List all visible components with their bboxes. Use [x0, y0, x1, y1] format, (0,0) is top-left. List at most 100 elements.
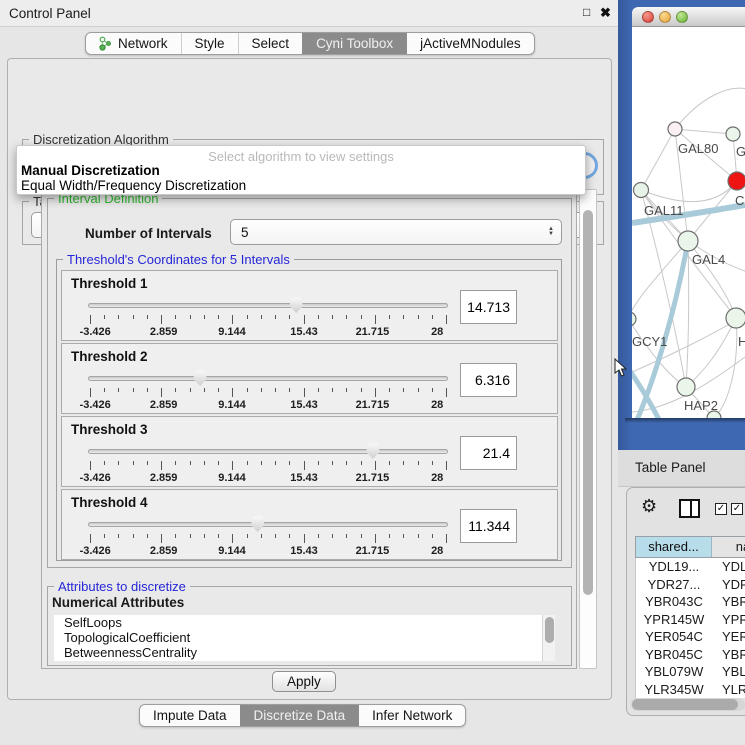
- tab-jactivemnodules[interactable]: jActiveMNodules: [406, 33, 534, 54]
- thresholds-group-title: Threshold's Coordinates for 5 Intervals: [63, 252, 294, 267]
- node-table: shared... na YDL19...YDL1 YDR27...YDR2 Y…: [635, 536, 745, 698]
- network-window-titlebar[interactable]: [632, 7, 745, 27]
- node-partial-h[interactable]: [726, 308, 745, 328]
- table-panel-header: Table Panel: [618, 450, 745, 487]
- thresholds-group: Threshold's Coordinates for 5 Intervals …: [56, 259, 562, 561]
- threshold-4-box: Threshold 4 -3.426 2.859 9.144 15.43 21.…: [61, 489, 558, 560]
- combo-spinner-icon: ▲▼: [548, 227, 554, 237]
- dropdown-hint: Select algorithm to view settings: [17, 149, 585, 164]
- node-gal4[interactable]: [678, 231, 698, 251]
- mouse-cursor: [614, 358, 627, 377]
- threshold-2-box: Threshold 2 -3.426 2.859 9.144 15.43 21.…: [61, 343, 558, 414]
- threshold-2-thumb[interactable]: [193, 369, 208, 386]
- label-partial-c: C: [735, 193, 744, 208]
- settings-scrollpane: Interval Definition Number of Intervals …: [41, 189, 577, 669]
- panel-scrollbar[interactable]: [579, 189, 597, 669]
- threshold-1-value[interactable]: 14.713: [460, 290, 517, 324]
- tab-cyni-toolbox[interactable]: Cyni Toolbox: [302, 33, 406, 54]
- app-root: Control Panel □ ✖ Network Style Se: [0, 0, 745, 745]
- threshold-4-slider[interactable]: -3.426 2.859 9.144 15.43 21.715 28: [88, 514, 448, 558]
- threshold-2-slider[interactable]: -3.426 2.859 9.144 15.43 21.715 28: [88, 368, 448, 412]
- tab-network[interactable]: Network: [86, 33, 181, 54]
- list-item[interactable]: TopologicalCoefficient: [54, 630, 555, 645]
- label-partial-h: H: [738, 334, 745, 349]
- threshold-3-slider[interactable]: -3.426 2.859 9.144 15.43 21.715 28: [88, 441, 448, 485]
- list-item[interactable]: SelfLoops: [54, 615, 555, 630]
- tab-network-label: Network: [118, 36, 168, 51]
- num-intervals-combo[interactable]: 5 ▲▼: [230, 219, 562, 245]
- panel-title: Control Panel: [9, 6, 91, 21]
- algorithm-dropdown-popup: Select algorithm to view settings Manual…: [16, 145, 586, 195]
- tab-impute-data[interactable]: Impute Data: [140, 705, 240, 726]
- node-hap2[interactable]: [677, 378, 695, 396]
- numerical-attributes-list: SelfLoops TopologicalCoefficient Between…: [54, 615, 555, 661]
- threshold-2-value[interactable]: 6.316: [460, 363, 517, 397]
- threshold-3-thumb[interactable]: [365, 442, 380, 459]
- table-row[interactable]: YBR043CYBR0: [636, 593, 745, 611]
- threshold-1-box: Threshold 1 -3.426 2.859 9.144 15.43 21.…: [61, 270, 558, 341]
- num-intervals-label: Number of Intervals: [85, 226, 212, 241]
- threshold-4-value[interactable]: 11.344: [460, 509, 517, 543]
- threshold-1-slider[interactable]: -3.426 2.859 9.144 15.43 21.715 28: [88, 295, 448, 339]
- table-header-row: shared... na: [635, 536, 745, 558]
- table-scrollbar-thumb[interactable]: [632, 699, 738, 710]
- window-shadow: [625, 418, 745, 423]
- table-row[interactable]: YDR27...YDR2: [636, 576, 745, 594]
- mac-close-icon[interactable]: [642, 11, 654, 23]
- panel-scrollbar-thumb[interactable]: [583, 210, 593, 595]
- list-scrollbar[interactable]: [542, 615, 555, 661]
- checkbox-icon[interactable]: ✓: [715, 503, 727, 515]
- numerical-attributes-label: Numerical Attributes: [52, 595, 184, 610]
- top-tab-bar: Network Style Select Cyni Toolbox jActiv…: [85, 32, 535, 55]
- table-row[interactable]: YBR045CYBR0: [636, 646, 745, 664]
- table-row[interactable]: YPR145WYPR1: [636, 611, 745, 629]
- tab-select[interactable]: Select: [238, 33, 303, 54]
- network-canvas[interactable]: GAL80 GA C GAL11 GAL4 GCY1 H HAP2: [632, 27, 745, 418]
- label-hap2: HAP2: [684, 398, 718, 413]
- float-window-icon[interactable]: □: [583, 5, 590, 19]
- column-header-shared[interactable]: shared...: [636, 537, 712, 557]
- threshold-4-thumb[interactable]: [250, 515, 265, 532]
- table-row[interactable]: YLR345WYLR3: [636, 681, 745, 699]
- tab-discretize-data[interactable]: Discretize Data: [240, 705, 359, 726]
- table-row[interactable]: YDL19...YDL1: [636, 558, 745, 576]
- cyni-toolbox-panel: Discretization Algorithm Select algorith…: [7, 58, 612, 700]
- label-gal80: GAL80: [678, 141, 718, 156]
- table-horizontal-scrollbar[interactable]: [631, 698, 745, 711]
- threshold-1-thumb[interactable]: [289, 296, 304, 313]
- node-selected-red[interactable]: [728, 172, 745, 190]
- node-partial-g[interactable]: [726, 127, 740, 141]
- column-header-name[interactable]: na: [712, 537, 745, 557]
- table-body: YDL19...YDL1 YDR27...YDR2 YBR043CYBR0 YP…: [635, 558, 745, 698]
- node-gal11[interactable]: [634, 183, 649, 198]
- mac-zoom-icon[interactable]: [676, 11, 688, 23]
- control-panel-header: Control Panel □ ✖: [0, 0, 618, 27]
- checkbox-icon[interactable]: ✓: [731, 503, 743, 515]
- threshold-3-value[interactable]: 21.4: [460, 436, 517, 470]
- label-partial-g: GA: [736, 144, 745, 159]
- attributes-group-title: Attributes to discretize: [54, 579, 190, 594]
- tab-style[interactable]: Style: [181, 33, 238, 54]
- bottom-tab-bar: Impute Data Discretize Data Infer Networ…: [139, 704, 466, 727]
- mac-minimize-icon[interactable]: [659, 11, 671, 23]
- close-icon[interactable]: ✖: [600, 5, 611, 21]
- columns-icon[interactable]: [679, 499, 700, 518]
- table-panel-title: Table Panel: [635, 460, 706, 475]
- table-panel: ⚙ ✓ ✓ shared... na YDL19...YDL1 YDR27...…: [626, 487, 745, 716]
- label-gcy1: GCY1: [632, 334, 667, 349]
- attributes-group: Attributes to discretize Numerical Attri…: [47, 586, 572, 666]
- network-icon: [99, 36, 112, 51]
- apply-button[interactable]: Apply: [272, 671, 336, 692]
- label-gal11: GAL11: [644, 203, 684, 218]
- gear-icon[interactable]: ⚙: [641, 496, 657, 517]
- node-gcy1[interactable]: [632, 312, 636, 326]
- tab-infer-network[interactable]: Infer Network: [358, 705, 465, 726]
- table-row[interactable]: YBL079WYBL0: [636, 663, 745, 681]
- dropdown-option-manual[interactable]: Manual Discretization: [21, 163, 160, 178]
- threshold-3-box: Threshold 3 -3.426 2.859 9.144 15.43 21.…: [61, 416, 558, 487]
- label-gal4: GAL4: [692, 252, 725, 267]
- list-item[interactable]: BetweennessCentrality: [54, 645, 555, 660]
- dropdown-option-equal-width[interactable]: Equal Width/Frequency Discretization: [21, 178, 246, 193]
- table-row[interactable]: YER054CYER0: [636, 628, 745, 646]
- node-gal80[interactable]: [668, 122, 682, 136]
